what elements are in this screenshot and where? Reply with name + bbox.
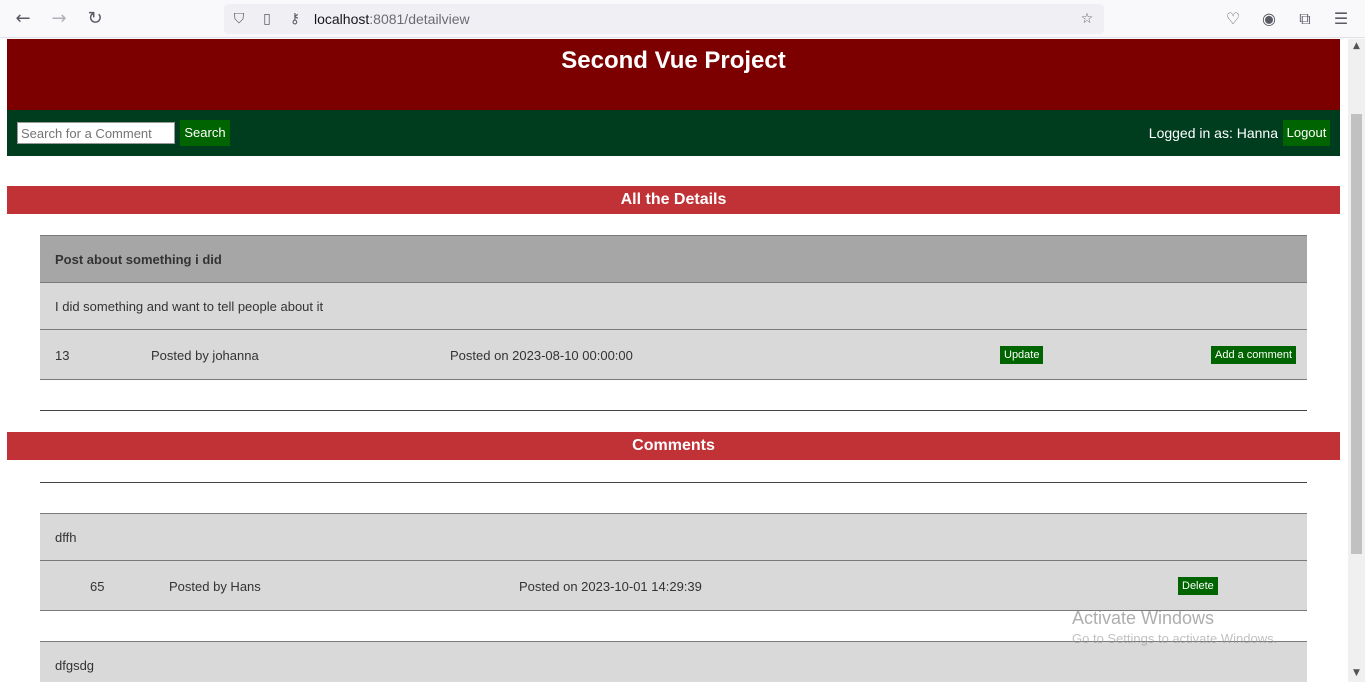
comment-meta-row: 65 Posted by Hans Posted on 2023-10-01 1… — [40, 560, 1307, 611]
scroll-thumb[interactable] — [1351, 114, 1362, 554]
divider — [40, 482, 1307, 483]
reload-icon[interactable]: ↻ — [83, 8, 107, 30]
forward-icon[interactable]: → — [47, 8, 71, 30]
post-body-row: I did something and want to tell people … — [40, 282, 1307, 329]
post-meta-row: 13 Posted by johanna Posted on 2023-08-1… — [40, 329, 1307, 380]
account-icon[interactable]: ◉ — [1257, 8, 1281, 30]
post-title: Post about something i did — [55, 252, 222, 267]
navbar: Search Logged in as: Hanna Logout — [7, 110, 1340, 156]
comment-text: dffh — [55, 530, 77, 545]
post-id: 13 — [55, 348, 70, 363]
url-host: localhost — [314, 11, 370, 27]
comment-date: Posted on 2023-10-01 14:29:39 — [519, 579, 702, 594]
extensions-icon[interactable]: ⧉ — [1293, 8, 1317, 30]
search-input[interactable] — [17, 122, 175, 144]
browser-toolbar: ← → ↻ ⛉ ▯ ⚷ localhost:8081/detailview ☆ … — [0, 0, 1365, 38]
post-body: I did something and want to tell people … — [55, 299, 324, 314]
add-comment-button[interactable]: Add a comment — [1211, 346, 1297, 364]
comment-text-row: dffh — [40, 513, 1307, 560]
page-scrollbar[interactable]: ▲ ▼ — [1348, 39, 1365, 682]
comment-text: dfgsdg — [55, 658, 95, 673]
back-icon[interactable]: ← — [11, 8, 35, 30]
divider — [40, 410, 1307, 411]
details-section-title: All the Details — [7, 186, 1340, 214]
menu-icon[interactable]: ☰ — [1329, 8, 1353, 30]
pocket-icon[interactable]: ♡ — [1221, 8, 1245, 30]
bookmark-star-icon[interactable]: ☆ — [1078, 10, 1096, 28]
shield-icon[interactable]: ⛉ — [230, 10, 248, 28]
logged-in-text: Logged in as: Hanna — [1148, 125, 1278, 141]
page-title: Second Vue Project — [561, 47, 786, 74]
activate-windows-title: Activate Windows — [1072, 608, 1215, 628]
url-path: :8081/detailview — [369, 11, 470, 27]
comment-id: 65 — [90, 579, 105, 594]
update-button[interactable]: Update — [1000, 346, 1044, 364]
url-text[interactable]: localhost:8081/detailview — [314, 11, 470, 27]
comment-author: Posted by Hans — [169, 579, 261, 594]
address-bar[interactable]: ⛉ ▯ ⚷ localhost:8081/detailview ☆ — [224, 4, 1104, 34]
search-button[interactable]: Search — [180, 120, 230, 146]
post-author: Posted by johanna — [151, 348, 259, 363]
logout-button[interactable]: Logout — [1283, 120, 1330, 146]
scroll-down-icon[interactable]: ▼ — [1351, 668, 1362, 678]
key-icon[interactable]: ⚷ — [286, 10, 304, 28]
page-viewport: Second Vue Project Search Logged in as: … — [0, 39, 1348, 682]
activate-windows-subtitle: Go to Settings to activate Windows. — [1072, 631, 1278, 646]
site-header: Second Vue Project — [7, 39, 1340, 110]
post-date: Posted on 2023-08-10 00:00:00 — [450, 348, 633, 363]
comments-section-title: Comments — [7, 432, 1340, 460]
post-title-row: Post about something i did — [40, 235, 1307, 282]
page-icon: ▯ — [263, 11, 271, 27]
comment-text-row: dfgsdg — [40, 641, 1307, 682]
delete-button[interactable]: Delete — [1178, 577, 1218, 595]
scroll-up-icon[interactable]: ▲ — [1351, 41, 1362, 51]
